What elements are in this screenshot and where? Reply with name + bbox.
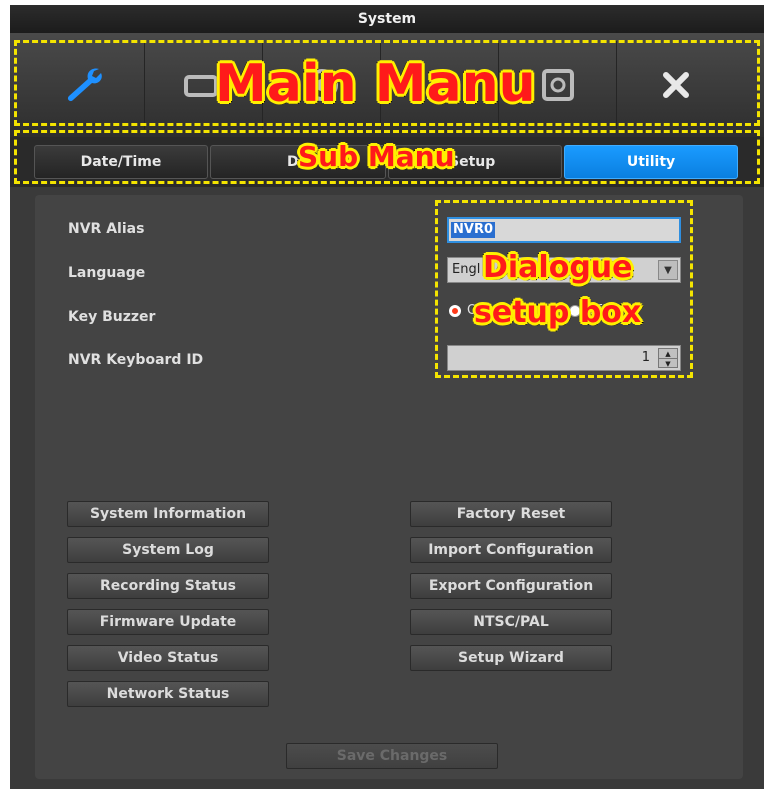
ntsc-pal-button[interactable]: NTSC/PAL [410,609,612,635]
save-changes-button[interactable]: Save Changes [286,743,498,769]
setup-wizard-button[interactable]: Setup Wizard [410,645,612,671]
system-information-button[interactable]: System Information [67,501,269,527]
dialogue-annotation-line1: Dialogue [483,250,633,285]
nvr-alias-label: NVR Alias [68,221,145,237]
dialogue-annotation-line2: setup box [474,295,642,330]
main-menu-annotation: Main Manu [215,54,536,114]
export-configuration-button[interactable]: Export Configuration [410,573,612,599]
language-label: Language [68,265,146,281]
import-configuration-button[interactable]: Import Configuration [410,537,612,563]
sub-menu-annotation: Sub Manu [298,140,455,173]
network-status-button[interactable]: Network Status [67,681,269,707]
key-buzzer-label: Key Buzzer [68,309,156,325]
factory-reset-button[interactable]: Factory Reset [410,501,612,527]
keyboard-id-label: NVR Keyboard ID [68,352,204,368]
firmware-update-button[interactable]: Firmware Update [67,609,269,635]
dialogue-annotation-box [435,200,693,378]
video-status-button[interactable]: Video Status [67,645,269,671]
recording-status-button[interactable]: Recording Status [67,573,269,599]
system-log-button[interactable]: System Log [67,537,269,563]
window-title: System [10,5,764,33]
